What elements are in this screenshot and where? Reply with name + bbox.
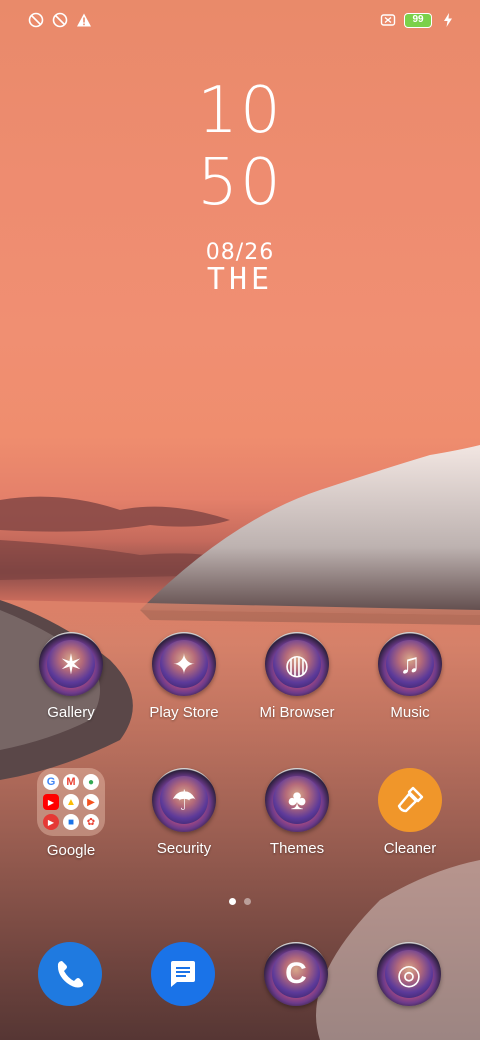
app-google-folder[interactable]: G M ● ▶ ▲ ▶ ▶ ■ ✿ Google — [16, 768, 126, 859]
dock-camera[interactable]: ◎ — [377, 942, 441, 1006]
data-saver-icon — [52, 12, 68, 28]
alert-icon — [77, 13, 91, 27]
app-music[interactable]: ♫ Music — [355, 632, 465, 721]
phone-icon — [57, 961, 84, 988]
charging-icon — [444, 13, 452, 27]
google-folder-icon: G M ● ▶ ▲ ▶ ▶ ■ ✿ — [37, 768, 105, 836]
clock-hour[interactable]: 10 — [0, 74, 480, 148]
vpn-off-icon — [28, 12, 44, 28]
dock-phone[interactable] — [38, 942, 102, 1006]
page-dot-active[interactable] — [229, 898, 236, 905]
clock-day: THE — [206, 262, 274, 297]
maps-icon: ● — [83, 774, 99, 790]
page-indicator — [0, 898, 480, 905]
app-label: Cleaner — [383, 840, 437, 857]
app-play-store[interactable]: ✦ Play Store — [129, 632, 239, 721]
duo-icon: ■ — [63, 814, 79, 830]
play-movies-icon: ▶ — [83, 794, 99, 810]
app-security[interactable]: ☂ Security — [129, 768, 239, 857]
cleaner-icon — [378, 768, 442, 832]
camera-icon: ◎ — [396, 958, 422, 990]
app-label: Google — [46, 842, 96, 859]
themes-icon: ♣ — [265, 768, 329, 832]
photos-icon: ✿ — [83, 814, 99, 830]
app-label: Music — [390, 704, 430, 721]
youtube-icon: ▶ — [43, 794, 59, 810]
chrome-icon: C — [285, 957, 307, 990]
music-icon: ♫ — [378, 632, 442, 696]
play-store-icon: ✦ — [152, 632, 216, 696]
messages-icon — [171, 961, 195, 987]
security-icon: ☂ — [152, 768, 216, 832]
sim-off-icon — [380, 14, 396, 26]
browser-icon: ◍ — [265, 632, 329, 696]
gallery-icon: ✶ — [39, 632, 103, 696]
youtube-music-icon: ▶ — [43, 814, 59, 830]
app-label: Mi Browser — [259, 704, 335, 721]
home-screen: 99 10 50 08/26 THE ✶ Gallery ✦ Play Stor… — [0, 0, 480, 1040]
battery-indicator: 99 — [404, 12, 432, 28]
app-label: Themes — [269, 840, 325, 857]
dock-messages[interactable] — [151, 942, 215, 1006]
google-search-icon: G — [43, 774, 59, 790]
app-cleaner[interactable]: Cleaner — [355, 768, 465, 857]
drive-icon: ▲ — [63, 794, 79, 810]
gmail-icon: M — [63, 774, 79, 790]
clock-minute[interactable]: 50 — [0, 146, 480, 220]
app-themes[interactable]: ♣ Themes — [242, 768, 352, 857]
app-label: Security — [156, 840, 212, 857]
app-gallery[interactable]: ✶ Gallery — [16, 632, 126, 721]
page-dot[interactable] — [244, 898, 251, 905]
app-label: Play Store — [149, 704, 219, 721]
app-label: Gallery — [47, 704, 95, 721]
dock-chrome[interactable]: C — [264, 942, 328, 1006]
app-mi-browser[interactable]: ◍ Mi Browser — [242, 632, 352, 721]
status-bar: 99 — [0, 0, 480, 42]
